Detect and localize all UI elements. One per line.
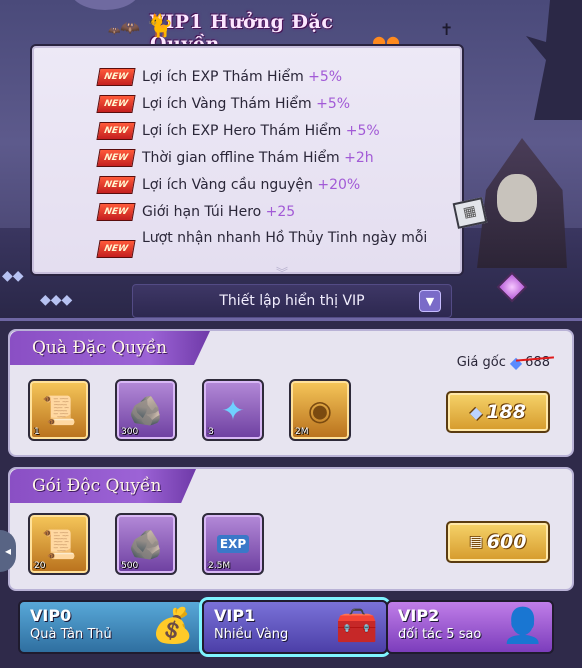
benefit-text: Giới hạn Túi Hero +25 (142, 204, 296, 220)
item-qty: 500 (121, 561, 139, 571)
benefit-text: Thời gian offline Thám Hiểm +2h (142, 150, 374, 166)
exclusive-price: 600 (486, 531, 527, 553)
moon (70, 0, 140, 10)
benefit-row: NEW Lượt nhận nhanh Hồ Thủy Tinh ngày mỗ… (32, 230, 462, 258)
new-badge: NEW (96, 176, 136, 194)
benefit-row: NEW Giới hạn Túi Hero +25 (32, 199, 462, 225)
exclusive-pack-section: Gói Độc Quyền 📜 20 🪨 500 EXP 2.5M ▤ 600 (8, 467, 574, 591)
vip-display-settings-button[interactable]: Thiết lập hiển thị VIP ▼ (132, 284, 452, 318)
item-qty: 300 (121, 427, 139, 437)
exclusive-pack-title: Gói Độc Quyền (32, 476, 162, 496)
tab-vip2[interactable]: VIP2 đối tác 5 sao 👤 (386, 600, 554, 654)
witch-face (497, 174, 537, 222)
diamond-icon: ◆ (470, 402, 483, 422)
item-qty: 1 (34, 427, 40, 437)
exp-star-icon: EXP (216, 535, 250, 553)
item-qty: 3 (208, 427, 214, 437)
pendant-gem-icon (496, 271, 528, 303)
new-badge: NEW (96, 149, 136, 167)
treasure-chest-icon: 🧰 (335, 606, 378, 646)
privilege-pack-header: Quà Đặc Quyền (10, 331, 210, 365)
vip-display-label: Thiết lập hiển thị VIP (219, 293, 365, 309)
new-badge: NEW (96, 203, 136, 221)
cat-icon: 🐈 (146, 14, 174, 39)
item-golden-scroll[interactable]: 📜 1 (28, 379, 90, 441)
bat-icon: 🦇 (120, 18, 140, 37)
tab-vip0[interactable]: VIP0 Quà Tân Thủ 💰 (18, 600, 204, 654)
item-ore-stone[interactable]: 🪨 300 (115, 379, 177, 441)
benefit-row: NEW Lợi ích Vàng cầu nguyện +20% (32, 172, 462, 198)
tab-vip1[interactable]: VIP1 Nhiều Vàng 🧰 (202, 600, 388, 654)
item-qty: 2.5M (208, 561, 231, 571)
ore-stone-icon: 🪨 (128, 527, 164, 561)
witch-character: ▦ (452, 138, 580, 308)
diamond-icon: ◆ (509, 353, 523, 372)
benefit-list-panel[interactable]: NEW Lợi ích EXP Thám Hiểm +5% NEW Lợi íc… (30, 44, 464, 276)
item-gold-coin[interactable]: ◉ 2M (289, 379, 351, 441)
benefit-text: Lượt nhận nhanh Hồ Thủy Tinh ngày mỗi (142, 230, 428, 246)
item-blue-scroll[interactable]: ✦ 3 (202, 379, 264, 441)
coupon-icon: ▤ (469, 534, 483, 550)
hooded-hero-icon: 👤 (501, 606, 544, 646)
tombstone-icon: ✝ (440, 20, 454, 39)
benefit-text: Lợi ích EXP Hero Thám Hiểm +5% (142, 123, 380, 139)
bat-icon: 🦇 (108, 26, 121, 37)
benefit-row: NEW Lợi ích Vàng Thám Hiểm +5% (32, 91, 462, 117)
privilege-buy-button[interactable]: ◆ 188 (446, 391, 550, 433)
privilege-pack-section: Quà Đặc Quyền Giá gốc ◆ 688 📜 1 🪨 300 ✦ … (8, 329, 574, 457)
gem-pile-icon: ◆◆ (2, 268, 24, 284)
benefit-row: NEW Thời gian offline Thám Hiểm +2h (32, 145, 462, 171)
benefit-row: NEW Lợi ích EXP Thám Hiểm +5% (32, 64, 462, 90)
original-price-label: Giá gốc (456, 355, 506, 370)
blue-scroll-icon: ✦ (221, 393, 245, 427)
new-badge: NEW (96, 68, 136, 86)
privilege-pack-title: Quà Đặc Quyền (32, 338, 168, 358)
benefit-text: Lợi ích EXP Thám Hiểm +5% (142, 69, 343, 85)
dead-tree (526, 0, 582, 120)
new-badge: NEW (96, 122, 136, 140)
benefit-row: NEW Lợi ích EXP Hero Thám Hiểm +5% (32, 118, 462, 144)
golden-scroll-icon: 📜 (41, 527, 77, 561)
new-badge: NEW (96, 95, 136, 113)
gem-pile-icon: ◆◆◆ (40, 292, 73, 308)
scroll-down-icon: ︾ (276, 266, 289, 280)
golden-scroll-icon: 📜 (41, 393, 77, 427)
exclusive-pack-header: Gói Độc Quyền (10, 469, 196, 503)
exclusive-buy-button[interactable]: ▤ 600 (446, 521, 550, 563)
benefit-text: Lợi ích Vàng cầu nguyện +20% (142, 177, 361, 193)
item-ore-stone[interactable]: 🪨 500 (115, 513, 177, 575)
ore-stone-icon: 🪨 (128, 393, 164, 427)
item-qty: 2M (295, 427, 309, 437)
gold-coin-icon: ◉ (307, 393, 333, 427)
privilege-price: 188 (486, 401, 526, 423)
chevron-down-icon[interactable]: ▼ (419, 290, 441, 312)
money-bag-icon: 💰 (151, 606, 194, 646)
original-price: Giá gốc ◆ 688 (456, 353, 555, 372)
item-exp-star[interactable]: EXP 2.5M (202, 513, 264, 575)
item-golden-scroll[interactable]: 📜 20 (28, 513, 90, 575)
new-badge: NEW (96, 240, 136, 258)
item-qty: 20 (34, 561, 46, 571)
benefit-text: Lợi ích Vàng Thám Hiểm +5% (142, 96, 351, 112)
